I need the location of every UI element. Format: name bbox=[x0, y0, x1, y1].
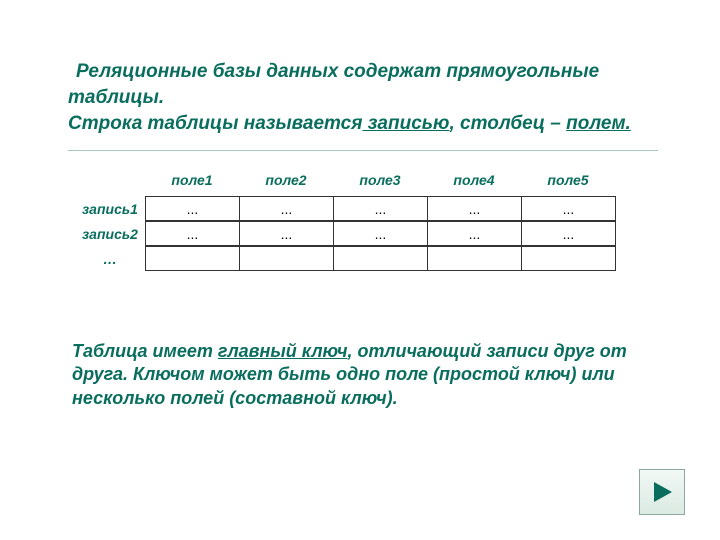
row-header: запись1 bbox=[75, 197, 145, 221]
next-button[interactable] bbox=[639, 469, 685, 515]
grid bbox=[145, 246, 616, 271]
col-header: поле3 bbox=[333, 168, 427, 196]
heading-block: Реляционные базы данных содержат прямоуг… bbox=[68, 60, 658, 137]
cell bbox=[428, 247, 522, 271]
table-row: запись1 ... ... ... ... ... bbox=[75, 196, 616, 221]
table-area: поле1 поле2 поле3 поле4 поле5 запись1 ..… bbox=[75, 168, 616, 271]
heading-line3: Строка таблицы называется записью, столб… bbox=[68, 112, 658, 136]
cell: ... bbox=[146, 197, 240, 221]
col-header: поле4 bbox=[427, 168, 521, 196]
cell: ... bbox=[522, 222, 616, 246]
paragraph: Таблица имеет главный ключ, отличающий з… bbox=[72, 340, 652, 410]
table-row: запись2 ... ... ... ... ... bbox=[75, 221, 616, 246]
heading-line3-mid: , столбец – bbox=[449, 113, 566, 134]
cell: ... bbox=[428, 197, 522, 221]
column-headers: поле1 поле2 поле3 поле4 поле5 bbox=[145, 168, 616, 196]
heading-underline-field: полем. bbox=[566, 113, 631, 134]
cell: ... bbox=[240, 222, 334, 246]
para-pre: Таблица имеет bbox=[72, 341, 218, 361]
cell bbox=[240, 247, 334, 271]
grid: ... ... ... ... ... bbox=[145, 196, 616, 221]
col-header: поле2 bbox=[239, 168, 333, 196]
cell: ... bbox=[146, 222, 240, 246]
cell: ... bbox=[428, 222, 522, 246]
col-header: поле5 bbox=[521, 168, 615, 196]
cell: ... bbox=[522, 197, 616, 221]
heading-underline-record: записью bbox=[362, 113, 449, 134]
cell bbox=[146, 247, 240, 271]
row-header: … bbox=[75, 247, 145, 271]
col-header: поле1 bbox=[145, 168, 239, 196]
cell: ... bbox=[240, 197, 334, 221]
cell: ... bbox=[334, 197, 428, 221]
cell: ... bbox=[334, 222, 428, 246]
slide: Реляционные базы данных содержат прямоуг… bbox=[0, 0, 720, 540]
grid: ... ... ... ... ... bbox=[145, 221, 616, 246]
heading-line2: таблицы. bbox=[68, 86, 658, 110]
divider bbox=[68, 150, 658, 151]
para-underline-key: главный ключ bbox=[218, 341, 348, 361]
row-header: запись2 bbox=[75, 222, 145, 246]
heading-line1: Реляционные базы данных содержат прямоуг… bbox=[68, 60, 658, 84]
heading-line3-pre: Строка таблицы называется bbox=[68, 113, 362, 134]
cell bbox=[334, 247, 428, 271]
cell bbox=[522, 247, 616, 271]
play-icon bbox=[649, 479, 675, 505]
table-row: … bbox=[75, 246, 616, 271]
